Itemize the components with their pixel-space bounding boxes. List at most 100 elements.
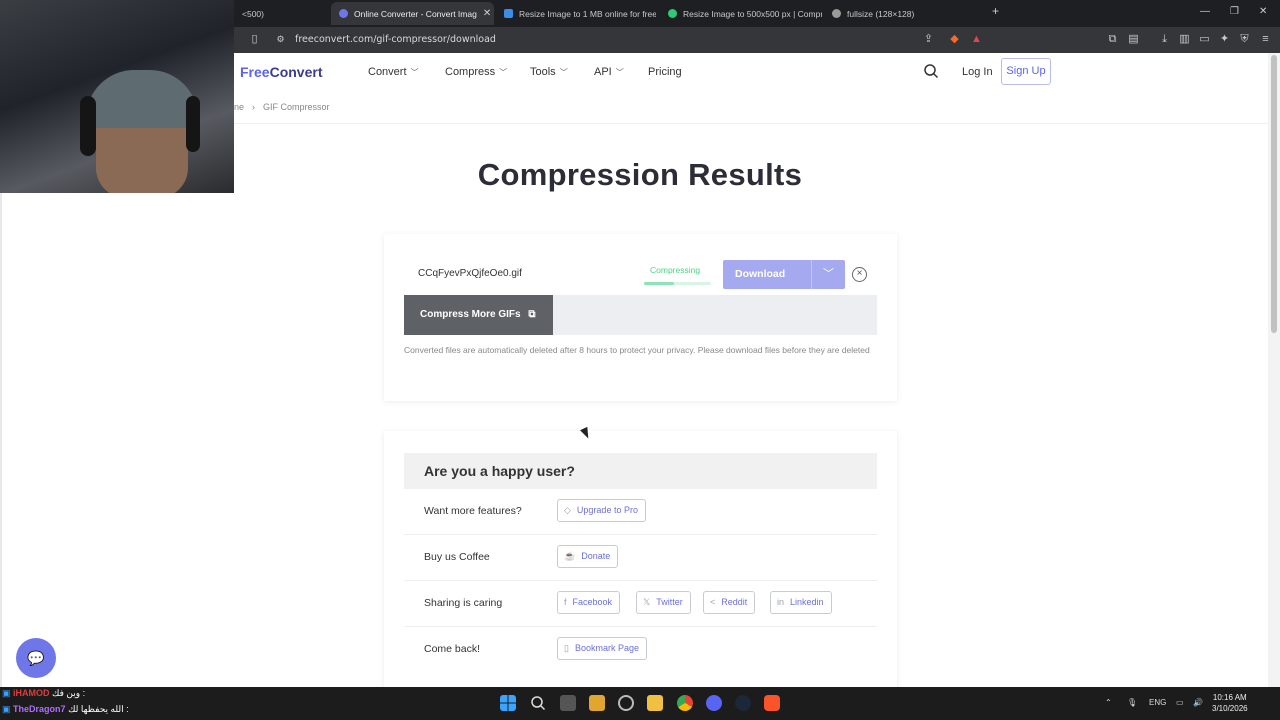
close-icon[interactable]: × xyxy=(852,267,867,282)
check-favicon-icon xyxy=(668,9,677,18)
stream-chat-line: ▣ TheDragon7 الله يحفظها لك : xyxy=(2,704,129,715)
clock[interactable]: 10:16 AM 3/10/2026 xyxy=(1212,692,1248,714)
close-window-icon[interactable]: ✕ xyxy=(1259,6,1267,17)
status-text: Compressing xyxy=(650,265,701,275)
external-link-icon: ⧉ xyxy=(528,309,536,320)
task-view-icon[interactable] xyxy=(560,695,576,711)
clock-time: 10:16 AM xyxy=(1212,693,1247,702)
nav-api[interactable]: API ﹀ xyxy=(594,66,624,78)
steam-icon[interactable] xyxy=(735,695,751,711)
scrollbar-thumb[interactable] xyxy=(1271,55,1277,333)
sidebar-icon[interactable]: ▥ xyxy=(1178,33,1191,46)
nav-pricing[interactable]: Pricing xyxy=(648,66,682,78)
login-link[interactable]: Log In xyxy=(962,66,993,78)
bookmark-icon[interactable]: ▯ xyxy=(248,33,261,46)
privacy-note: Converted files are automatically delete… xyxy=(404,345,870,355)
logo-free: Free xyxy=(240,64,270,80)
globe-favicon-icon xyxy=(832,9,841,18)
twitter-button[interactable]: 𝕏 Twitter xyxy=(636,591,691,614)
chat-message: وين فك : xyxy=(52,688,86,698)
breadcrumb: ne › GIF Compressor xyxy=(234,102,330,112)
brave-icon[interactable] xyxy=(764,695,780,711)
reddit-button[interactable]: < Reddit xyxy=(703,591,756,614)
download-button[interactable]: Download xyxy=(723,260,811,289)
button-label: Upgrade to Pro xyxy=(576,505,638,515)
url-field[interactable]: freeconvert.com/gif-compressor/download xyxy=(295,34,496,45)
tray-overflow-icon[interactable]: ⌃ xyxy=(1105,698,1112,707)
leo-ai-icon[interactable]: ✦ xyxy=(1218,33,1231,46)
wallet-icon[interactable]: ▭ xyxy=(1198,33,1211,46)
stream-chat-line: ▣ iHAMOD وين فك : xyxy=(2,688,85,699)
menu-icon[interactable]: ≡ xyxy=(1259,33,1272,46)
freeconvert-favicon-icon xyxy=(339,9,348,18)
linkedin-button[interactable]: in Linkedin xyxy=(770,591,832,614)
nav-label: Compress xyxy=(445,66,496,78)
page-title: Compression Results xyxy=(477,157,803,192)
volume-icon[interactable]: 🔊 xyxy=(1193,698,1203,707)
chat-bubble-icon[interactable]: 💬 xyxy=(16,638,56,678)
facebook-button[interactable]: f Facebook xyxy=(557,591,621,614)
donate-button[interactable]: ☕ Donate xyxy=(557,545,619,568)
brave-rewards-icon[interactable]: ▲ xyxy=(970,33,983,46)
windows-start-icon[interactable] xyxy=(500,695,516,711)
site-info-icon[interactable]: ⚙ xyxy=(274,33,287,46)
nav-convert[interactable]: Convert ﹀ xyxy=(368,66,419,78)
store-icon[interactable] xyxy=(589,695,605,711)
browser-tab-5[interactable]: fullsize (128×128) xyxy=(824,2,984,25)
microphone-icon[interactable]: 🎙 xyxy=(1127,698,1137,707)
browser-tab-4[interactable]: Resize Image to 500x500 px | Compr xyxy=(660,2,822,25)
breadcrumb-home[interactable]: ne xyxy=(234,102,244,112)
facebook-icon: f xyxy=(564,597,567,607)
nav-compress[interactable]: Compress ﹀ xyxy=(445,66,507,78)
left-blank-area xyxy=(0,193,234,687)
chrome-icon[interactable] xyxy=(677,695,693,711)
row-label: Buy us Coffee xyxy=(424,551,490,563)
row-coffee: Buy us Coffee ☕ Donate xyxy=(404,535,877,581)
browser-tab-active[interactable]: Online Converter - Convert Imag ✕ xyxy=(331,2,494,25)
chatgpt-icon[interactable] xyxy=(618,695,634,711)
breadcrumb-current: GIF Compressor xyxy=(263,102,330,112)
row-label: Come back! xyxy=(424,643,481,655)
chat-user: iHAMOD xyxy=(13,688,50,698)
nav-tools[interactable]: Tools ﹀ xyxy=(530,66,568,78)
search-icon[interactable] xyxy=(530,695,546,711)
browser-tab-1[interactable]: <500) xyxy=(234,2,330,25)
download-icon[interactable]: ⤓ xyxy=(1158,33,1171,46)
button-label: Donate xyxy=(581,551,611,561)
vpn-icon[interactable]: ⛨ xyxy=(1238,33,1251,46)
page-scrollbar[interactable] xyxy=(1268,53,1280,687)
headphones xyxy=(80,96,96,156)
brave-shield-icon[interactable]: ◆ xyxy=(948,33,961,46)
reading-list-icon[interactable]: ▤ xyxy=(1127,33,1140,46)
bookmark-page-button[interactable]: ▯ Bookmark Page xyxy=(557,637,647,660)
signup-button[interactable]: Sign Up xyxy=(1001,58,1051,85)
search-icon[interactable] xyxy=(923,63,939,79)
upgrade-to-pro-button[interactable]: ◇ Upgrade to Pro xyxy=(557,499,646,522)
extensions-icon[interactable]: ⧉ xyxy=(1106,33,1119,46)
close-tab-icon[interactable]: ✕ xyxy=(477,8,491,19)
share-icon[interactable]: ⇪ xyxy=(922,33,935,46)
tab-title: <500) xyxy=(242,8,264,19)
tab-title: Resize Image to 500x500 px | Compr xyxy=(683,8,822,19)
file-explorer-icon[interactable] xyxy=(647,695,663,711)
happy-user-card: Are you a happy user? Want more features… xyxy=(384,431,897,687)
linkedin-icon: in xyxy=(777,597,785,607)
new-tab-button[interactable]: + xyxy=(992,4,999,18)
language-indicator[interactable]: ENG xyxy=(1149,698,1166,707)
chevron-down-icon: ﹀ xyxy=(499,68,508,77)
discord-icon[interactable] xyxy=(706,695,722,711)
network-icon[interactable]: ▭ xyxy=(1176,698,1184,707)
tab-title: Online Converter - Convert Imag xyxy=(354,8,477,19)
maximize-icon[interactable]: ❐ xyxy=(1230,6,1239,17)
freeconvert-logo[interactable]: FreeConvert xyxy=(240,64,322,80)
windows-taskbar: ▣ iHAMOD وين فك : ▣ TheDragon7 الله يحفظ… xyxy=(0,687,1280,720)
compress-more-button[interactable]: Compress More GIFs ⧉ xyxy=(404,295,553,335)
compress-more-bar: Compress More GIFs ⧉ xyxy=(404,295,877,335)
tab-title: fullsize (128×128) xyxy=(847,8,915,19)
chevron-down-icon[interactable]: ﹀ xyxy=(811,260,845,289)
nav-label: Convert xyxy=(368,66,407,78)
minimize-icon[interactable]: — xyxy=(1200,6,1210,17)
browser-tab-3[interactable]: Resize Image to 1 MB online for free xyxy=(496,2,656,25)
result-card: CCqFyevPxQjfeOe0.gif Compressing Downloa… xyxy=(384,234,897,401)
nav-label: Tools xyxy=(530,66,556,78)
